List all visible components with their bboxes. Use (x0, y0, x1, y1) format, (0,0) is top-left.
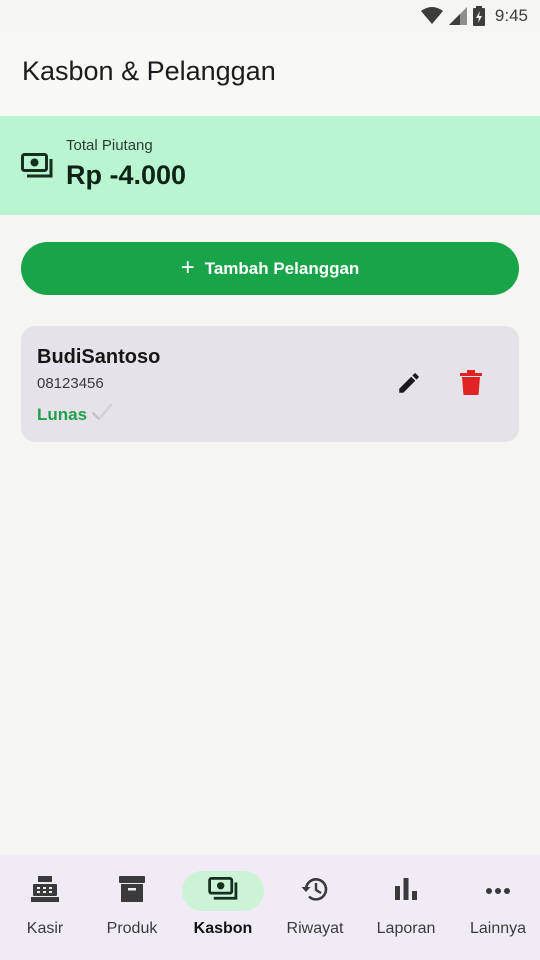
nav-label: Kasbon (193, 920, 253, 937)
total-receivable-label: Total Piutang (66, 137, 153, 154)
status-text: Lunas (37, 404, 88, 424)
plus-icon: + (180, 253, 195, 281)
status-bar: 9:45 (0, 0, 540, 32)
battery-icon (472, 6, 485, 26)
bar-chart-icon (394, 877, 418, 905)
pencil-icon (396, 370, 422, 401)
history-icon (301, 876, 329, 907)
nav-item-produk[interactable]: Produk (87, 855, 177, 960)
nav-item-laporan[interactable]: Laporan (361, 855, 451, 960)
nav-label: Lainnya (469, 920, 527, 937)
nav-pill (274, 871, 356, 911)
wifi-icon (420, 7, 443, 25)
nav-pill (4, 871, 86, 911)
nav-label: Riwayat (286, 920, 344, 937)
edit-customer-button[interactable] (393, 369, 425, 401)
more-horiz-icon (485, 882, 511, 900)
check-icon (91, 403, 113, 426)
nav-pill (457, 871, 539, 911)
delete-customer-button[interactable] (455, 369, 487, 401)
add-customer-label: Tambah Pelanggan (204, 258, 360, 278)
signal-icon (448, 7, 467, 25)
nav-pill (91, 871, 173, 911)
nav-item-kasbon[interactable]: Kasbon (178, 855, 268, 960)
add-customer-button[interactable]: + Tambah Pelanggan (21, 242, 519, 295)
money-icon (208, 876, 238, 906)
nav-label: Laporan (376, 920, 436, 937)
page-title: Kasbon & Pelanggan (22, 56, 276, 86)
nav-item-kasir[interactable]: Kasir (0, 855, 90, 960)
money-icon (21, 153, 53, 184)
archive-box-icon (119, 875, 145, 907)
customer-phone: 08123456 (37, 375, 104, 392)
total-receivable-card: Total Piutang Rp -4.000 (0, 116, 540, 215)
app-bar: Kasbon & Pelanggan (0, 32, 540, 116)
nav-item-riwayat[interactable]: Riwayat (270, 855, 360, 960)
status-time: 9:45 (494, 6, 528, 25)
customer-name: BudiSantoso (37, 346, 161, 368)
customer-status: Lunas (37, 403, 113, 426)
nav-item-lainnya[interactable]: Lainnya (453, 855, 540, 960)
total-receivable-amount: Rp -4.000 (66, 160, 187, 190)
cash-register-icon (31, 875, 59, 907)
nav-pill (365, 871, 447, 911)
nav-pill-active (182, 871, 264, 911)
bottom-navigation: Kasir Produk Kasbon Riwayat Laporan Lain… (0, 855, 540, 960)
customer-card[interactable]: BudiSantoso 08123456 Lunas (21, 326, 519, 442)
trash-icon (460, 369, 482, 401)
nav-label: Kasir (26, 920, 64, 937)
nav-label: Produk (106, 920, 158, 937)
